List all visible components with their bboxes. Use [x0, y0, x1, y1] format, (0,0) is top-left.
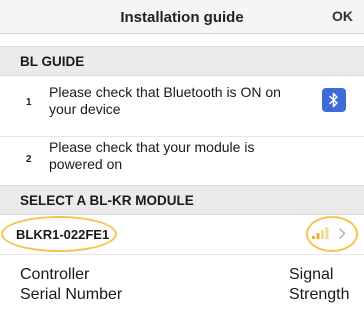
- module-list-item[interactable]: BLKR1-022FE1: [0, 215, 364, 255]
- section-header-label: BL GUIDE: [20, 54, 85, 69]
- section-header-bl-guide: BL GUIDE: [0, 46, 364, 76]
- guide-step-2: 2 Please check that your module is power…: [0, 136, 364, 174]
- annotation-line: Serial Number: [20, 286, 123, 303]
- section-header-select-module: SELECT A BL-KR MODULE: [0, 185, 364, 215]
- annotation-line: Strength: [289, 286, 350, 303]
- step-text: Please check that your module is powered…: [49, 139, 255, 172]
- module-serial-number: BLKR1-022FE1: [16, 227, 110, 242]
- step-text: Please check that Bluetooth is ON on you…: [49, 84, 281, 117]
- chevron-right-icon: [338, 227, 346, 240]
- step-number: 2: [26, 154, 32, 165]
- signal-strength-icon: [312, 227, 329, 239]
- step-number: 1: [26, 97, 32, 108]
- annotation-signal-strength: Signal Strength: [289, 265, 349, 305]
- annotation-line: Controller: [20, 266, 90, 283]
- section-header-label: SELECT A BL-KR MODULE: [20, 193, 194, 208]
- navigation-bar: Installation guide OK: [0, 0, 364, 34]
- bluetooth-icon[interactable]: [322, 88, 346, 112]
- guide-step-1: 1 Please check that Bluetooth is ON on y…: [0, 84, 364, 122]
- annotation-controller-serial: Controller Serial Number: [20, 265, 122, 305]
- annotation-line: Signal: [289, 266, 334, 283]
- page-title: Installation guide: [120, 9, 244, 26]
- ok-button[interactable]: OK: [332, 8, 353, 24]
